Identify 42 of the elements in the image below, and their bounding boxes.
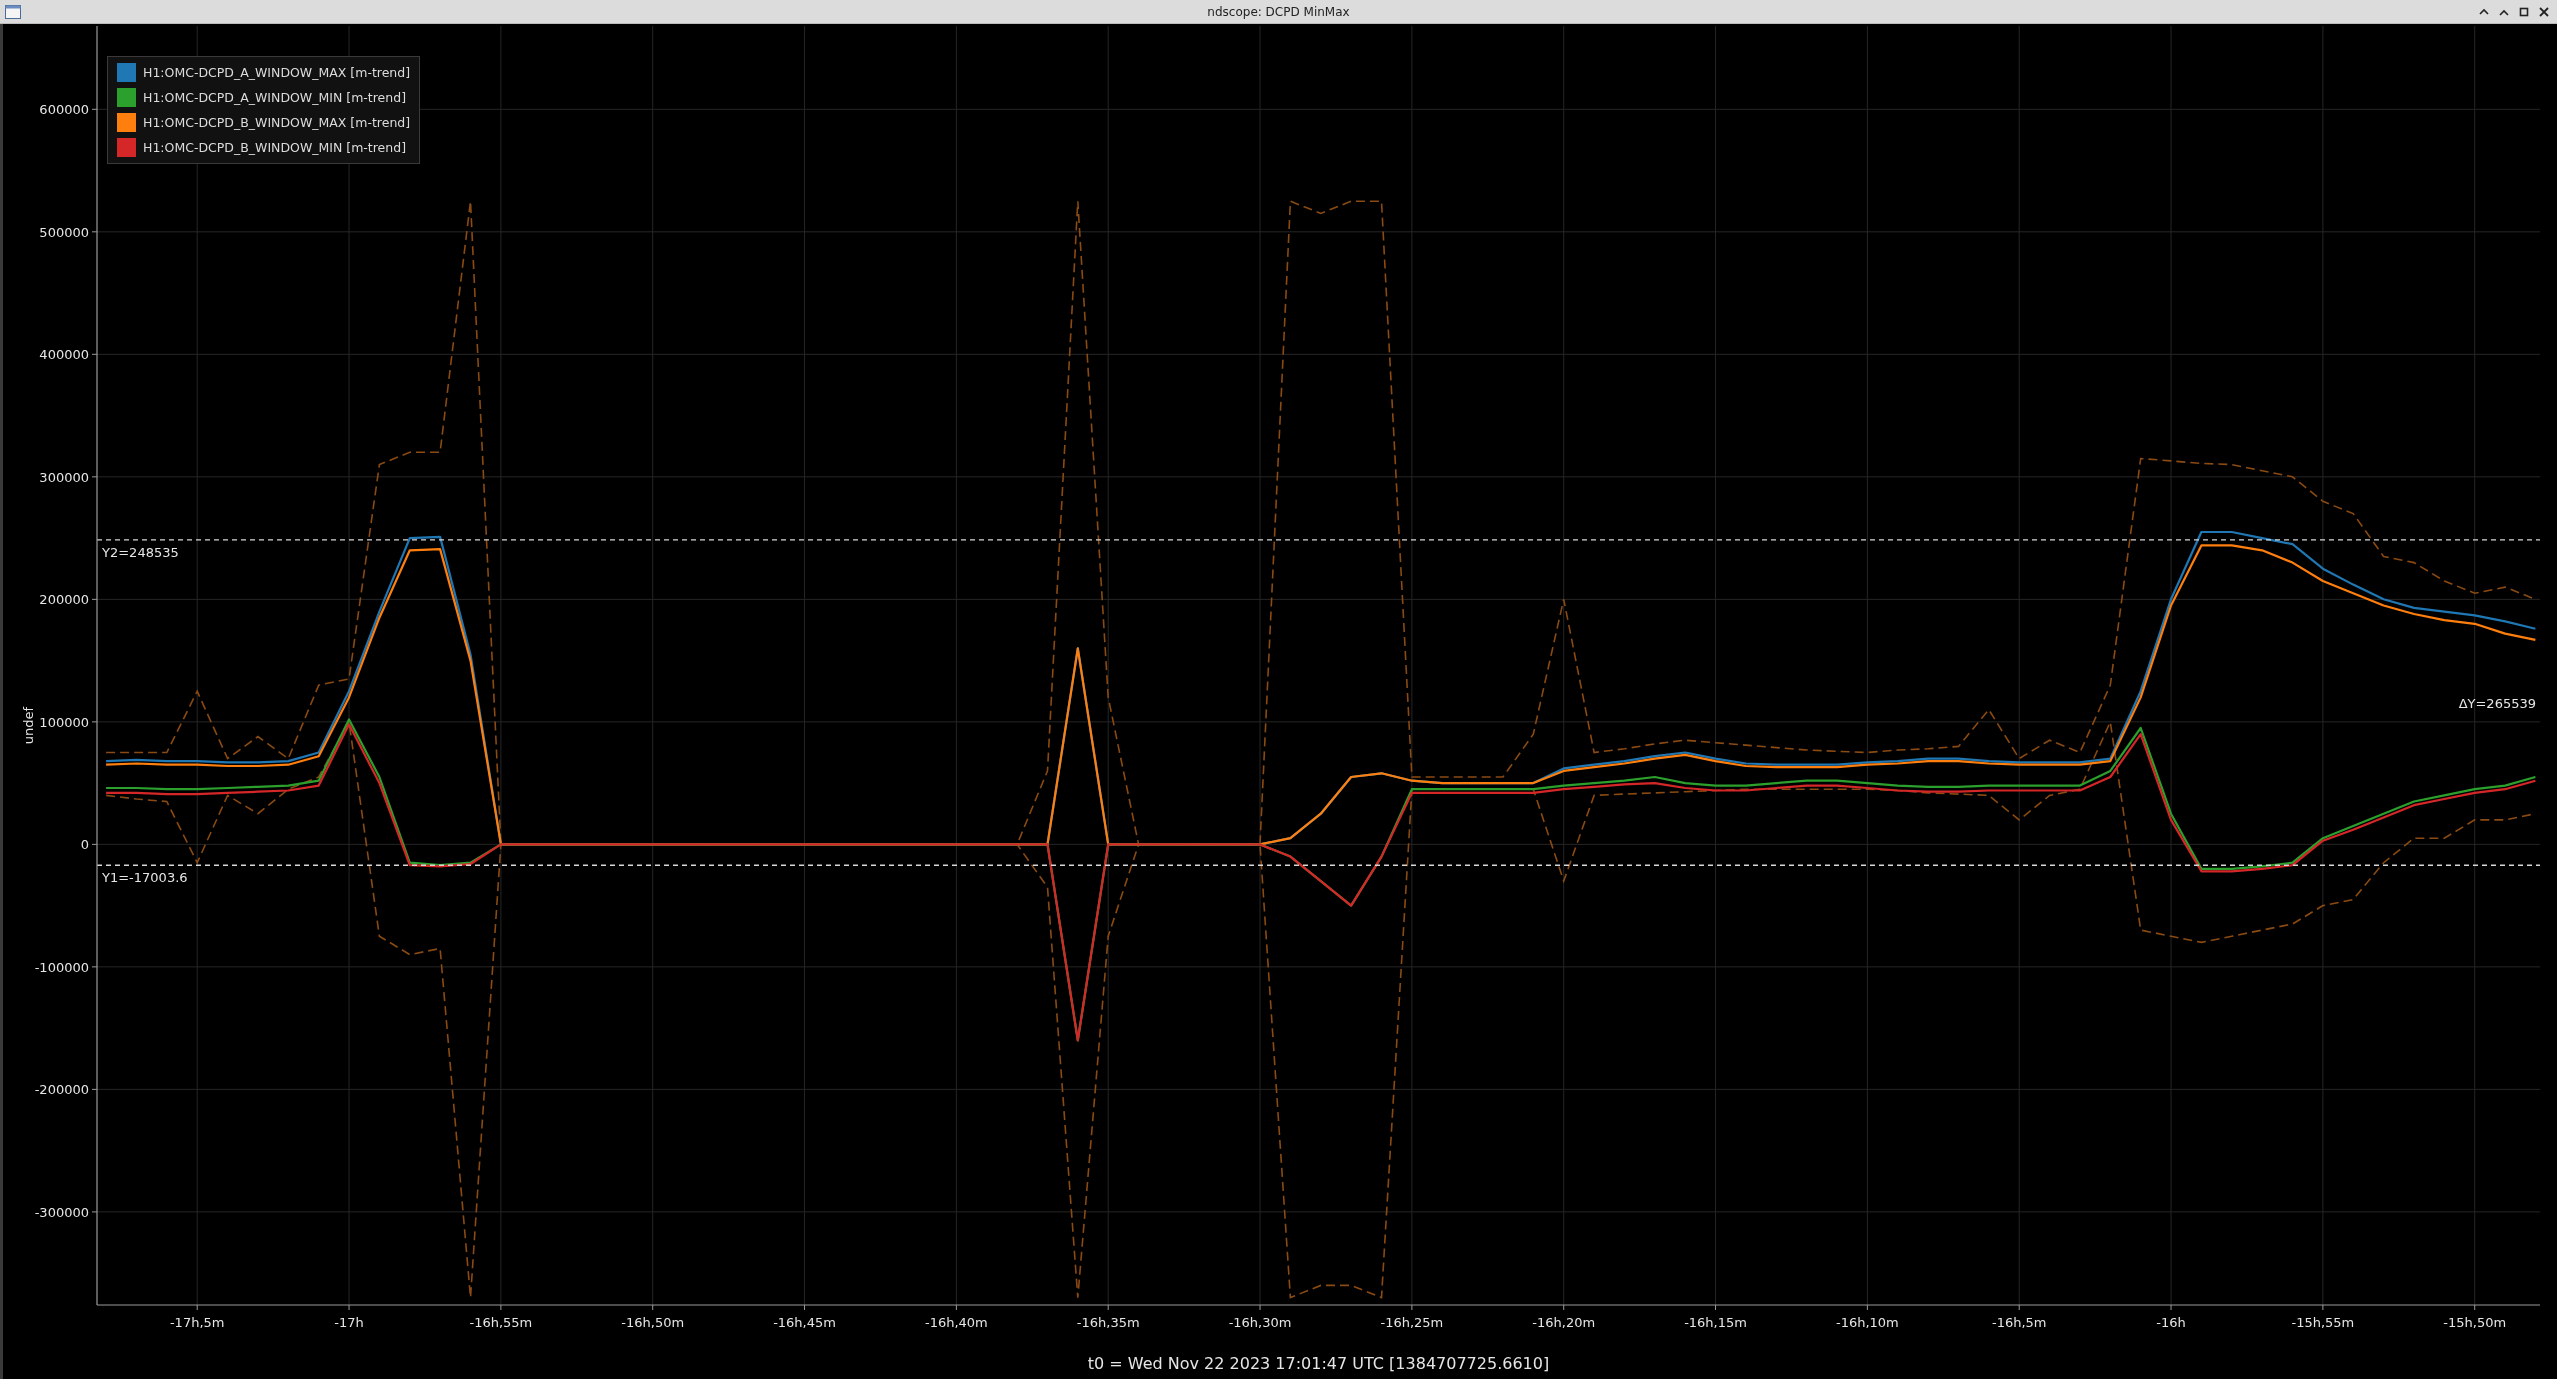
x-tick-label: -16h,55m: [469, 1315, 533, 1330]
maximize-icon[interactable]: [2519, 6, 2529, 17]
x-tick-label: -16h,35m: [1076, 1315, 1140, 1330]
window-icon: [5, 4, 21, 19]
x-tick-label: -16h,5m: [1991, 1315, 2047, 1330]
x-tick-label: -15h,50m: [2443, 1315, 2507, 1330]
legend-label: H1:OMC-DCPD_B_WINDOW_MIN [m-trend]: [143, 140, 407, 155]
y-tick-label: 0: [80, 837, 89, 853]
y-tick-label: -200000: [34, 1082, 89, 1098]
x-tick-label: -16h,45m: [773, 1315, 836, 1330]
y-tick-label: -300000: [34, 1204, 89, 1220]
x-tick-label: -16h: [2156, 1315, 2186, 1330]
collapse-icon[interactable]: [2479, 6, 2489, 17]
legend-label: H1:OMC-DCPD_A_WINDOW_MIN [m-trend]: [143, 90, 406, 105]
y-tick-label: 400000: [39, 347, 89, 363]
x-tick-label: -16h,25m: [1380, 1315, 1444, 1330]
y-tick-label: 500000: [39, 224, 89, 240]
cursor-line[interactable]: [96, 539, 2541, 541]
y-tick-label: 600000: [39, 102, 89, 118]
legend-label: H1:OMC-DCPD_A_WINDOW_MAX [m-trend]: [143, 65, 411, 80]
legend-label: H1:OMC-DCPD_B_WINDOW_MAX [m-trend]: [143, 115, 411, 130]
x-tick-label: -16h,40m: [924, 1315, 988, 1330]
y-tick-label: 300000: [39, 469, 89, 485]
y-axis-label: undef: [21, 706, 36, 745]
y-tick-label: 200000: [39, 592, 89, 608]
x-axis-label: t0 = Wed Nov 22 2023 17:01:47 UTC [1384707725.6610]: [1087, 1354, 1550, 1373]
x-tick-label: -16h,20m: [1532, 1315, 1596, 1330]
y-tick-label: 100000: [39, 714, 89, 730]
x-tick-label: -16h,15m: [1684, 1315, 1747, 1330]
delta-label: ΔY=265539: [2458, 695, 2536, 711]
x-tick-label: -17h,5m: [169, 1315, 225, 1330]
x-tick-label: -16h,10m: [1835, 1315, 1899, 1330]
x-tick-label: -15h,55m: [2291, 1315, 2355, 1330]
x-tick-label: -16h,50m: [621, 1315, 685, 1330]
close-icon[interactable]: [2539, 6, 2549, 17]
x-tick-label: -17h: [334, 1315, 364, 1330]
cursor-line[interactable]: [96, 864, 2541, 866]
x-tick-label: -16h,30m: [1228, 1315, 1292, 1330]
y-tick-label: -100000: [34, 959, 89, 975]
cursor-label: Y1=-17003.6: [102, 870, 188, 886]
cursor-label: Y2=248535: [102, 544, 179, 560]
window-title: ndscope: DCPD MinMax: [1207, 4, 1350, 19]
